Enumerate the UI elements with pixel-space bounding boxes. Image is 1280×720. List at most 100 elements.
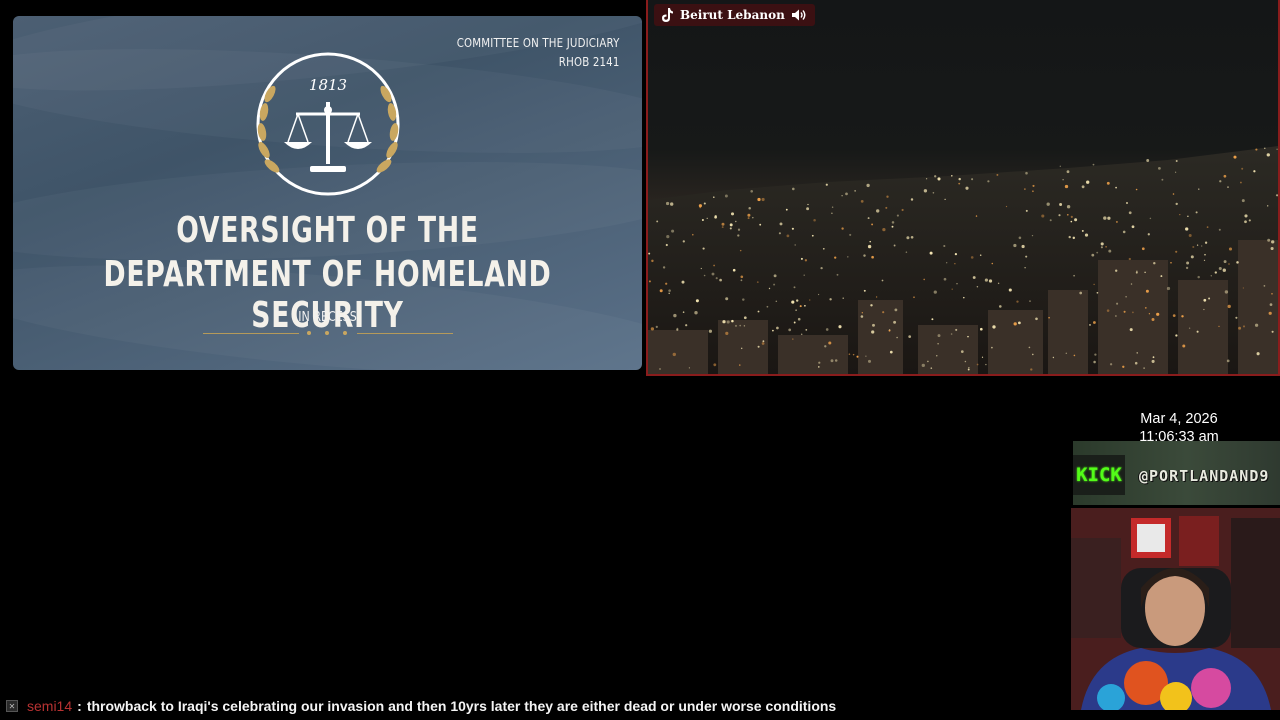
hearing-video-panel[interactable]: COMMITTEE ON THE JUDICIARY RHOB 2141 181… (13, 16, 642, 370)
city-light (748, 206, 751, 210)
city-light (1179, 213, 1181, 216)
city-light (1062, 179, 1064, 181)
city-light (1271, 240, 1275, 244)
city-light (1197, 275, 1200, 279)
city-light (792, 187, 795, 191)
seal-year: 1813 (309, 76, 347, 94)
city-light (1066, 170, 1070, 174)
city-light (1100, 242, 1104, 246)
city-light (954, 263, 956, 265)
city-light (818, 361, 821, 364)
streamer-webcam (1071, 508, 1280, 710)
city-light (1148, 313, 1151, 315)
divider-dot (307, 331, 311, 335)
scales-of-justice-seal-icon: 1813 (256, 52, 400, 196)
city-light (1224, 290, 1229, 294)
city-light (659, 289, 663, 293)
city-light (1093, 283, 1095, 286)
city-light (818, 293, 820, 296)
city-light (867, 217, 870, 220)
city-light (871, 330, 875, 334)
city-light (971, 178, 974, 181)
hearing-status: IN RECESS (298, 310, 357, 325)
city-light (1201, 245, 1203, 247)
city-light (1089, 324, 1091, 326)
city-light (701, 218, 704, 222)
city-light (1065, 352, 1068, 355)
city-light (893, 320, 897, 324)
city-light (1105, 245, 1107, 248)
city-light (1188, 234, 1192, 237)
city-light (871, 255, 874, 259)
divider-line (203, 333, 299, 334)
city-light (822, 247, 825, 250)
city-light (1074, 218, 1078, 222)
city-light (1198, 188, 1200, 190)
committee-name: COMMITTEE ON THE JUDICIARY (457, 35, 620, 50)
city-light (737, 234, 740, 237)
city-light (1256, 352, 1260, 356)
city-light (1096, 251, 1099, 254)
city-light (1263, 285, 1266, 287)
city-light (759, 223, 762, 226)
city-light (1175, 334, 1178, 337)
city-light (1144, 271, 1146, 274)
city-light (1175, 171, 1177, 173)
city-light (813, 218, 816, 222)
city-light (908, 335, 912, 338)
city-light (955, 328, 958, 331)
city-light (1086, 180, 1090, 184)
chat-username[interactable]: semi14 (27, 698, 72, 714)
city-light (1214, 271, 1217, 274)
city-light (881, 279, 884, 282)
clock-date: Mar 4, 2026 (1140, 411, 1218, 427)
city-light (1182, 344, 1186, 348)
city-light (743, 325, 746, 327)
city-light (1122, 365, 1125, 368)
city-light (1208, 297, 1211, 300)
city-light (841, 195, 843, 197)
city-light (1206, 226, 1209, 228)
city-light (725, 297, 729, 301)
city-light (1203, 259, 1206, 262)
city-light (1136, 352, 1138, 354)
city-light (1128, 257, 1131, 261)
city-light (1210, 275, 1212, 277)
city-light (901, 208, 904, 212)
city-light (1175, 202, 1178, 206)
city-light (1109, 363, 1113, 366)
city-light (1241, 199, 1245, 203)
city-light (860, 200, 864, 203)
city-light (1092, 163, 1095, 166)
city-light (871, 223, 874, 226)
city-light (1192, 245, 1195, 249)
beirut-live-cam-panel[interactable]: Beirut Lebanon (646, 0, 1280, 376)
city-light (740, 279, 743, 282)
city-light (842, 297, 844, 299)
city-light (963, 296, 965, 299)
city-light (998, 305, 1002, 308)
city-light (773, 283, 776, 286)
city-light (795, 309, 797, 311)
city-light (906, 236, 910, 240)
city-light (682, 240, 685, 243)
webcam-feed-image (1071, 508, 1280, 710)
city-light (988, 279, 993, 283)
city-light (792, 338, 794, 340)
city-light (958, 177, 961, 181)
city-light (829, 298, 832, 301)
city-light (1107, 216, 1111, 220)
city-light (806, 207, 810, 211)
city-light (984, 278, 988, 282)
city-light (793, 286, 796, 289)
city-light (695, 299, 699, 303)
city-light (1030, 368, 1033, 371)
hearing-title-line1: OVERSIGHT OF THE (176, 210, 479, 251)
city-light (923, 189, 928, 193)
city-light (1255, 148, 1258, 151)
city-light (1144, 307, 1147, 309)
city-light (715, 277, 718, 280)
city-light (931, 318, 934, 321)
speaker-icon[interactable] (791, 8, 807, 22)
city-light (1059, 203, 1063, 206)
